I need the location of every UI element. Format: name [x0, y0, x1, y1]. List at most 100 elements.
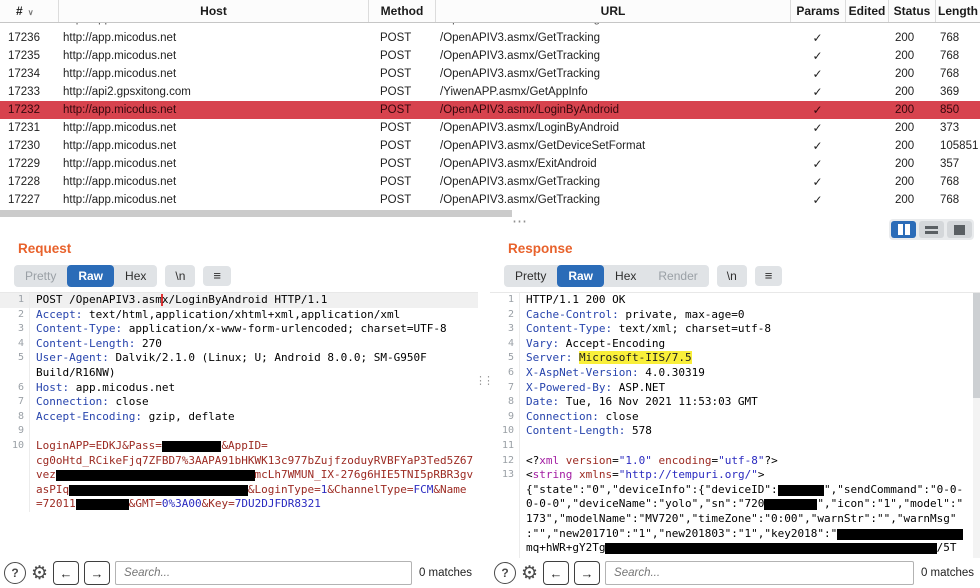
- column-header-status[interactable]: Status: [888, 0, 935, 22]
- response-vertical-scrollbar[interactable]: [973, 293, 980, 560]
- column-header-params[interactable]: Params: [790, 0, 845, 22]
- response-tab-raw[interactable]: Raw: [557, 265, 604, 287]
- rows-layout-button[interactable]: [919, 221, 944, 238]
- cell-id: 17230: [0, 140, 58, 152]
- cell-url: /OpenAPIV3.asmx/ExitAndroid: [435, 158, 790, 170]
- column-header-method[interactable]: Method: [368, 0, 435, 22]
- cell-params: ✓: [790, 139, 845, 153]
- gear-icon[interactable]: ⚙: [521, 564, 538, 583]
- column-header-url[interactable]: URL: [435, 0, 790, 22]
- table-row-17227[interactable]: 17227http://app.micodus.netPOST/OpenAPIV…: [0, 191, 980, 209]
- response-tab-pretty[interactable]: Pretty: [504, 265, 557, 287]
- line-number: 7: [0, 395, 30, 410]
- response-tabs: PrettyRawHexRender \n ≡: [504, 264, 980, 287]
- cell-method: POST: [368, 68, 435, 80]
- help-icon[interactable]: ?: [4, 562, 26, 584]
- single-pane-layout-button[interactable]: [947, 221, 972, 238]
- cell-id: 17232: [0, 104, 58, 116]
- line-number: 11: [490, 439, 520, 454]
- cell-host: http://app.micodus.net: [58, 194, 368, 206]
- request-tab-raw[interactable]: Raw: [67, 265, 114, 287]
- search-next-button[interactable]: →: [84, 561, 110, 585]
- line-number: [0, 366, 30, 381]
- table-row-17228[interactable]: 17228http://app.micodus.netPOST/OpenAPIV…: [0, 173, 980, 191]
- cell-length: 369: [935, 86, 980, 98]
- table-row-17232[interactable]: 17232http://app.micodus.netPOST/OpenAPIV…: [0, 101, 980, 119]
- response-search-input[interactable]: [605, 561, 914, 585]
- cell-params: ✓: [790, 121, 845, 135]
- columns-layout-button[interactable]: [891, 221, 916, 238]
- line-number: 9: [490, 410, 520, 425]
- column-header-edited[interactable]: Edited: [845, 0, 888, 22]
- column-header-num[interactable]: #∨: [0, 0, 58, 22]
- cell-method: POST: [368, 23, 435, 25]
- code-line: 12<?xml version="1.0" encoding="utf-8"?>: [490, 454, 980, 469]
- response-tab-render: Render: [647, 265, 708, 287]
- line-number: [490, 483, 520, 498]
- response-editor[interactable]: 1HTTP/1.1 200 OK2Cache-Control: private,…: [490, 292, 980, 560]
- cell-length: 768: [935, 176, 980, 188]
- line-number: 1: [0, 293, 30, 308]
- code-line: asPIq &LoginType=1&ChannelType=FCM&Name: [0, 483, 478, 498]
- cell-params: ✓: [790, 85, 845, 99]
- redaction-box: [837, 529, 963, 540]
- code-line: 2Cache-Control: private, max-age=0: [490, 308, 980, 323]
- cell-status: 200: [888, 68, 935, 80]
- cell-url: /OpenAPIV3.asmx/GetDeviceSetFormat: [435, 140, 790, 152]
- horizontal-splitter-handle[interactable]: ⋯: [500, 216, 540, 228]
- table-row-17235[interactable]: 17235http://app.micodus.netPOST/OpenAPIV…: [0, 47, 980, 65]
- cell-params: ✓: [790, 193, 845, 207]
- request-newline-tab[interactable]: \n: [165, 265, 195, 287]
- response-search-bar: ? ⚙ ← → 0 matches: [490, 558, 980, 588]
- line-number: 1: [490, 293, 520, 308]
- line-number: 12: [490, 454, 520, 469]
- request-editor[interactable]: 1POST /OpenAPIV3.asmx/LoginByAndroid HTT…: [0, 292, 478, 560]
- request-tab-hex[interactable]: Hex: [114, 265, 157, 287]
- response-menu-icon[interactable]: ≡: [755, 266, 783, 286]
- redaction-box: [605, 543, 936, 554]
- line-number: 10: [0, 439, 30, 454]
- table-row-17230[interactable]: 17230http://app.micodus.netPOST/OpenAPIV…: [0, 137, 980, 155]
- cell-url: /YiwenAPP.asmx/GetAppInfo: [435, 86, 790, 98]
- code-line: 9: [0, 424, 478, 439]
- code-line: 1POST /OpenAPIV3.asmx/LoginByAndroid HTT…: [0, 293, 478, 308]
- cell-status: 200: [888, 50, 935, 62]
- line-number: 8: [490, 395, 520, 410]
- search-prev-button[interactable]: ←: [543, 561, 569, 585]
- table-row-17234[interactable]: 17234http://app.micodus.netPOST/OpenAPIV…: [0, 65, 980, 83]
- redaction-box: [764, 499, 817, 510]
- response-tab-hex[interactable]: Hex: [604, 265, 647, 287]
- table-row-17231[interactable]: 17231http://app.micodus.netPOST/OpenAPIV…: [0, 119, 980, 137]
- cell-status: 200: [888, 104, 935, 116]
- cell-host: http://app.micodus.net: [58, 176, 368, 188]
- table-horizontal-scrollbar[interactable]: [0, 210, 512, 217]
- response-newline-tab[interactable]: \n: [717, 265, 747, 287]
- column-header-host[interactable]: Host: [58, 0, 368, 22]
- table-row-17236[interactable]: 17236http://app.micodus.netPOST/OpenAPIV…: [0, 29, 980, 47]
- search-prev-button[interactable]: ←: [53, 561, 79, 585]
- code-line: =72011 &GMT=0%3A00&Key=7DU2DJFDR8321: [0, 497, 478, 512]
- cell-id: 17228: [0, 176, 58, 188]
- cell-method: POST: [368, 194, 435, 206]
- table-row-17229[interactable]: 17229http://app.micodus.netPOST/OpenAPIV…: [0, 155, 980, 173]
- line-number: 5: [0, 351, 30, 366]
- cell-length: 850: [935, 104, 980, 116]
- request-menu-icon[interactable]: ≡: [203, 266, 231, 286]
- help-icon[interactable]: ?: [494, 562, 516, 584]
- line-number: [0, 483, 30, 498]
- cell-params: ✓: [790, 31, 845, 45]
- code-line: vez mcLh7WMUN_IX-276g6HIE5TNI5pRBR3gv: [0, 468, 478, 483]
- cell-method: POST: [368, 140, 435, 152]
- table-row-17233[interactable]: 17233http://api2.gpsxitong.comPOST/Yiwen…: [0, 83, 980, 101]
- code-line: 13<string xmlns="http://tempuri.org/">: [490, 468, 980, 483]
- line-number: 4: [0, 337, 30, 352]
- column-header-length[interactable]: Length: [935, 0, 980, 22]
- request-search-input[interactable]: [115, 561, 412, 585]
- cell-method: POST: [368, 86, 435, 98]
- gear-icon[interactable]: ⚙: [31, 564, 48, 583]
- cell-url: /OpenAPIV3.asmx/GetTracking: [435, 176, 790, 188]
- cell-status: 200: [888, 140, 935, 152]
- cell-url: /OpenAPIV3.asmx/LoginByAndroid: [435, 104, 790, 116]
- cell-host: http://app.micodus.net: [58, 50, 368, 62]
- search-next-button[interactable]: →: [574, 561, 600, 585]
